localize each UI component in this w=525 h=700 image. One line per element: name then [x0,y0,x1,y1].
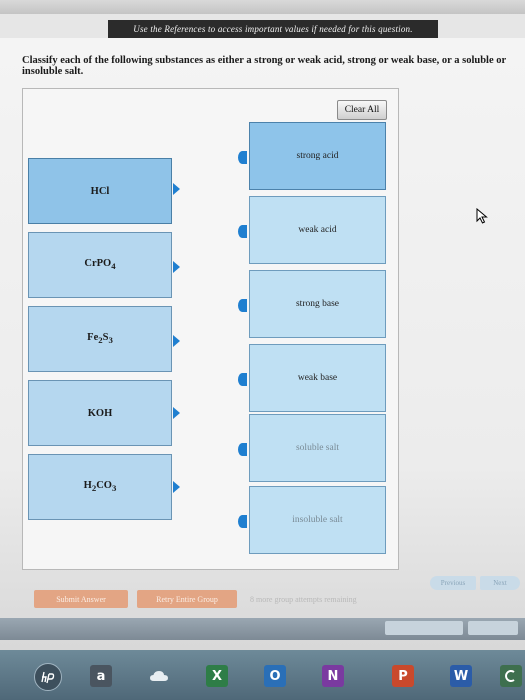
substance-label: HCl [90,185,110,197]
target-label: strong base [295,299,339,309]
drop-target-handle-icon [238,225,247,238]
previous-button[interactable]: Previous [430,576,476,590]
attempts-remaining-text: 8 more group attempts remaining [250,594,357,604]
substance-fe2s3[interactable]: Fe2S3 [28,306,172,372]
target-label: insoluble salt [292,515,343,525]
substance-label: CrPO4 [84,258,116,272]
substance-crpo4[interactable]: CrPO4 [28,232,172,298]
mouse-pointer-icon [476,208,488,224]
next-button[interactable]: Next [480,576,520,590]
substance-koh[interactable]: KOH [28,380,172,446]
substance-label: Fe2S3 [87,332,113,346]
target-insoluble-salt[interactable]: insoluble salt [249,486,386,554]
target-label: weak base [297,373,338,383]
drop-target-handle-icon [238,373,247,386]
drop-target-handle-icon [238,299,247,312]
excel-icon[interactable]: X [206,665,228,687]
strip-button[interactable] [468,621,518,635]
references-bar[interactable]: Use the References to access important v… [108,20,438,38]
drop-target-handle-icon [238,151,247,164]
word-icon[interactable]: W [450,665,472,687]
app-icon[interactable] [500,665,522,687]
amazon-icon[interactable]: a [90,665,112,687]
cloud-icon [150,671,168,681]
drop-target-handle-icon [238,443,247,456]
taskbar [0,650,525,700]
hp-logo-icon [41,671,55,684]
clear-all-button[interactable]: Clear All [337,100,387,120]
submit-answer-button[interactable]: Submit Answer [34,590,128,608]
retry-group-button[interactable]: Retry Entire Group [137,590,237,608]
substance-label: H2CO3 [83,480,117,494]
drop-target-handle-icon [238,515,247,528]
strip-button[interactable] [385,621,463,635]
target-soluble-salt[interactable]: soluble salt [249,414,386,482]
substance-h2co3[interactable]: H2CO3 [28,454,172,520]
browser-top-bar [0,0,525,14]
target-weak-base[interactable]: weak base [249,344,386,412]
question-instructions: Classify each of the following substance… [22,55,506,77]
target-strong-acid[interactable]: strong acid [249,122,386,190]
target-label: weak acid [298,225,337,235]
app-icon [505,670,515,682]
outlook-icon[interactable]: O [264,665,286,687]
substance-label: KOH [87,407,113,419]
substance-hcl[interactable]: HCl [28,158,172,224]
weather-icon[interactable] [148,665,170,687]
powerpoint-icon[interactable]: P [392,665,414,687]
target-strong-base[interactable]: strong base [249,270,386,338]
onenote-icon[interactable]: N [322,665,344,687]
target-label: soluble salt [295,443,339,453]
target-weak-acid[interactable]: weak acid [249,196,386,264]
hp-logo-icon[interactable] [34,663,62,691]
target-label: strong acid [296,151,339,161]
